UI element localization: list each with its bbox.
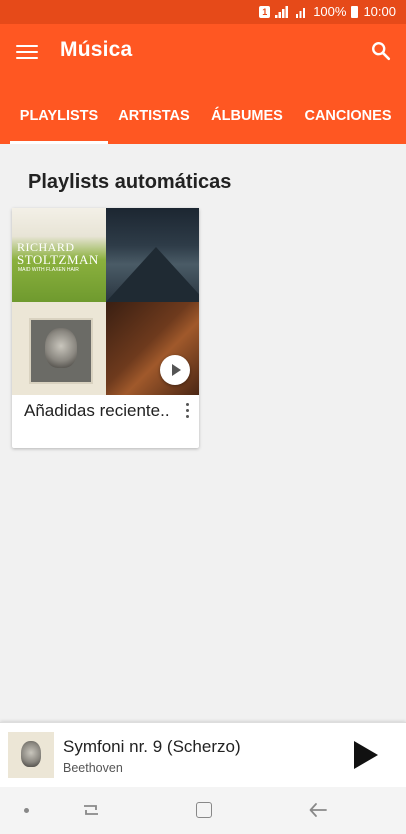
hamburger-menu-icon[interactable] [16, 41, 38, 63]
battery-percent: 100% [313, 4, 347, 19]
clock: 10:00 [363, 4, 396, 19]
tab-canciones[interactable]: CANCIONES [298, 94, 398, 144]
status-icons: 1 100% 10:00 [259, 4, 396, 19]
search-icon[interactable] [370, 40, 392, 62]
album-art-mountains [105, 208, 199, 302]
album-art-text-line2: STOLTZMAN [17, 252, 99, 267]
tab-albumes[interactable]: ÁLBUMES [206, 94, 288, 144]
playlist-card[interactable]: RICHARD STOLTZMAN MAID WITH FLAXEN HAIR … [12, 208, 199, 448]
play-button[interactable] [352, 741, 378, 769]
album-art-beethoven [12, 301, 106, 395]
album-art-text-line3: MAID WITH FLAXEN HAIR [18, 267, 79, 273]
now-playing-artist: Beethoven [63, 761, 123, 775]
tab-bar: PLAYLISTS ARTISTAS ÁLBUMES CANCIONES [0, 94, 406, 144]
home-icon[interactable] [196, 802, 212, 818]
tab-playlists[interactable]: PLAYLISTS [10, 94, 108, 144]
more-options-icon[interactable] [182, 403, 192, 421]
now-playing-album-art [8, 732, 54, 778]
album-art-stoltzman: RICHARD STOLTZMAN MAID WITH FLAXEN HAIR [12, 208, 106, 302]
play-playlist-button[interactable] [160, 355, 190, 385]
battery-icon [351, 5, 359, 18]
now-playing-title: Symfoni nr. 9 (Scherzo) [63, 737, 241, 756]
signal-icon-secondary [296, 7, 306, 18]
playlist-title: Añadidas reciente.. [24, 401, 170, 420]
status-bar: 1 100% 10:00 [0, 0, 406, 24]
system-nav-bar [0, 787, 406, 834]
nav-dot-icon [24, 808, 29, 813]
back-icon[interactable] [309, 802, 327, 818]
recent-apps-icon[interactable] [82, 802, 100, 818]
sim-icon: 1 [259, 5, 271, 18]
section-title: Playlists automáticas [28, 171, 232, 193]
app-bar: Música PLAYLISTS ARTISTAS ÁLBUMES CANCIO… [0, 24, 406, 144]
tab-artistas[interactable]: ARTISTAS [112, 94, 196, 144]
signal-icon [275, 5, 289, 18]
now-playing-bar[interactable]: Symfoni nr. 9 (Scherzo) Beethoven [0, 722, 406, 787]
app-title: Música [60, 38, 133, 61]
